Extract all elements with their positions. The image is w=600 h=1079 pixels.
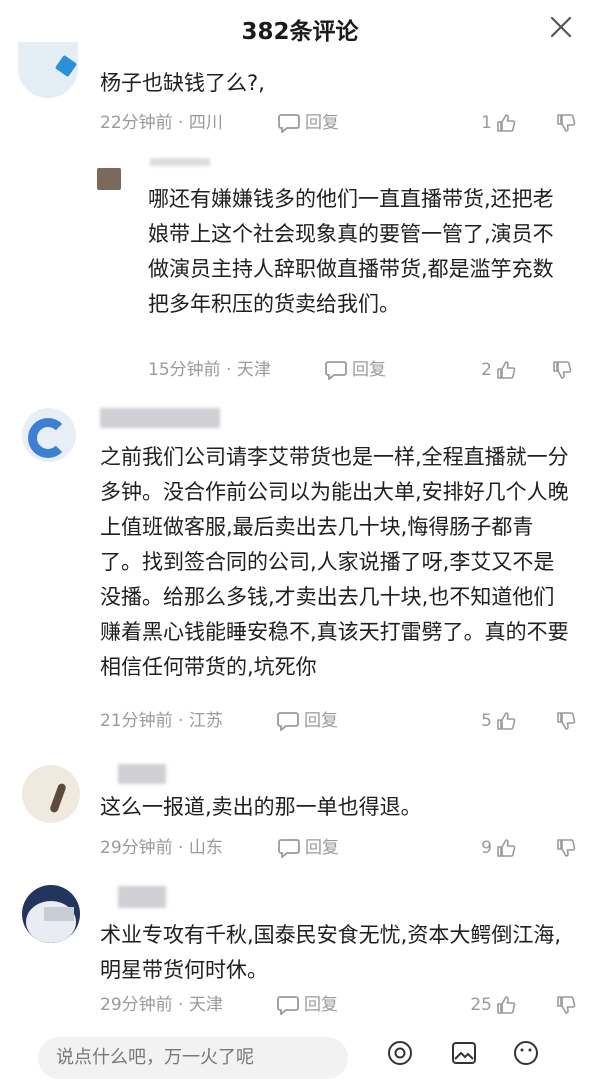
- reply-icon: [277, 712, 299, 731]
- comment-text: 之前我们公司请李艾带货也是一样,全程直播就一分多钟。没合作前公司以为能出大单,安…: [100, 445, 569, 679]
- comment-meta: 29分钟前 · 山东 回复 9: [100, 833, 578, 863]
- reply-icon: [277, 996, 299, 1015]
- like-count: 1: [481, 113, 492, 133]
- comment-text: 哪还有嫌嫌钱多的他们一直直播带货,还把老娘带上这个社会现象真的要管一管了,演员不…: [148, 187, 554, 316]
- avatar[interactable]: [22, 765, 80, 823]
- comment-input[interactable]: 说点什么吧，万一火了呢: [38, 1037, 348, 1079]
- like-count: 25: [470, 995, 492, 1015]
- username-redacted: [118, 886, 166, 908]
- username-redacted: [150, 158, 210, 166]
- comments-header: 382条评论: [0, 0, 600, 56]
- comment-time-location: 15分钟前 · 天津: [148, 360, 271, 380]
- username-redacted: [118, 764, 166, 784]
- emoji-icon[interactable]: [512, 1039, 540, 1067]
- comment-text: 杨子也缺钱了么?,: [100, 71, 265, 95]
- mention-icon[interactable]: [386, 1039, 414, 1067]
- reply-icon: [325, 361, 347, 380]
- comment-meta: 15分钟前 · 天津 回复 2: [148, 355, 578, 385]
- like-count: 5: [481, 711, 492, 731]
- avatar[interactable]: [22, 885, 80, 943]
- comment-time-location: 29分钟前 · 山东: [100, 838, 223, 858]
- avatar[interactable]: [97, 168, 121, 190]
- comment-text: 这么一报道,卖出的那一单也得退。: [100, 795, 422, 819]
- like-count: 2: [481, 360, 492, 380]
- comment-meta: 29分钟前 · 天津 回复 25: [100, 990, 578, 1020]
- close-icon[interactable]: [548, 14, 574, 40]
- reply-label: 回复: [305, 113, 339, 133]
- comment-meta: 21分钟前 · 江苏 回复 5: [100, 706, 578, 736]
- thumbs-up-icon: [497, 361, 516, 379]
- comment-text: 术业专攻有千秋,国泰民安食无忧,资本大鳄倒江海,明星带货何时休。: [100, 923, 562, 982]
- comment-time-location: 21分钟前 · 江苏: [100, 711, 223, 731]
- reply-icon: [278, 839, 300, 858]
- thumbs-up-icon: [497, 114, 516, 132]
- thumbs-down-icon[interactable]: [556, 711, 576, 731]
- avatar[interactable]: [18, 42, 78, 98]
- thumbs-down-icon[interactable]: [556, 838, 576, 858]
- comment-meta: 22分钟前 · 四川 回复 1: [100, 108, 578, 138]
- thumbs-down-icon[interactable]: [552, 360, 572, 380]
- reply-label: 回复: [304, 711, 338, 731]
- reply-label: 回复: [352, 360, 386, 380]
- like-count: 9: [481, 838, 492, 858]
- comment-time-location: 29分钟前 · 天津: [100, 995, 223, 1015]
- reply-label: 回复: [304, 995, 338, 1015]
- username-redacted: [100, 408, 220, 428]
- thumbs-up-icon: [497, 839, 516, 857]
- comments-title: 382条评论: [241, 19, 359, 45]
- thumbs-up-icon: [497, 712, 516, 730]
- avatar[interactable]: [22, 408, 76, 462]
- thumbs-up-icon: [497, 996, 516, 1014]
- comment-time-location: 22分钟前 · 四川: [100, 113, 223, 133]
- reply-label: 回复: [305, 838, 339, 858]
- reply-icon: [278, 114, 300, 133]
- thumbs-down-icon[interactable]: [556, 113, 576, 133]
- comment-input-bar: 说点什么吧，万一火了呢: [0, 1025, 600, 1079]
- thumbs-down-icon[interactable]: [556, 995, 576, 1015]
- image-icon[interactable]: [450, 1039, 478, 1067]
